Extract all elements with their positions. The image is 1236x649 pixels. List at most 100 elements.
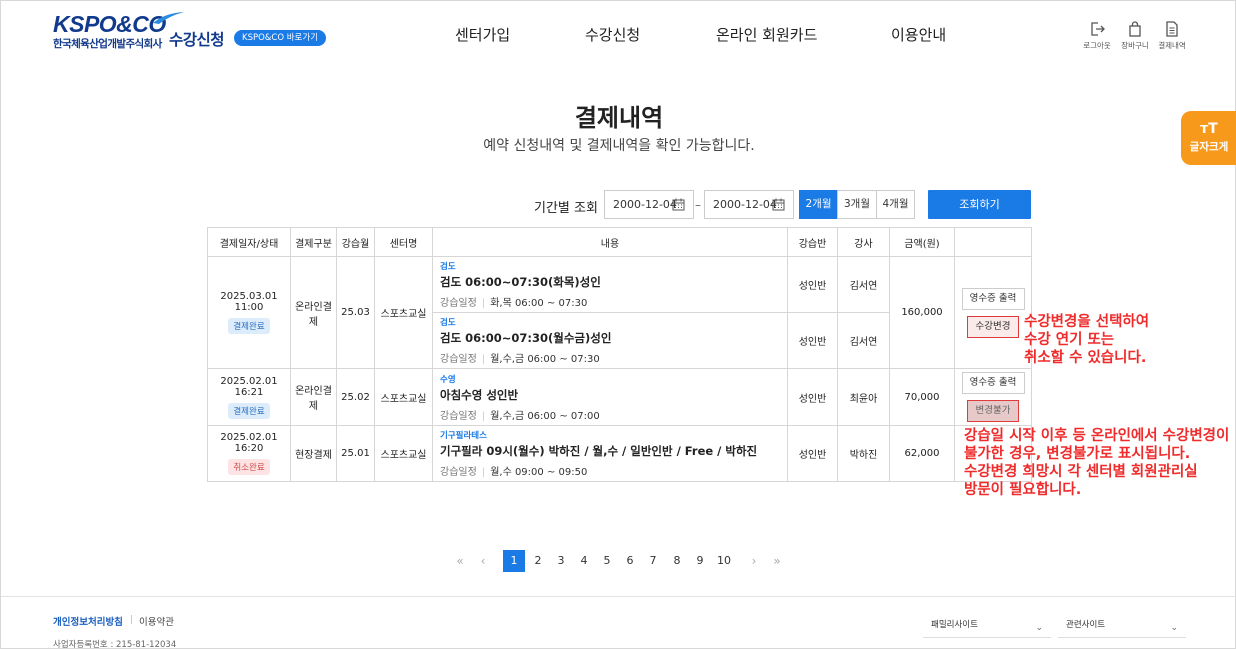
period-filter-label: 기간별 조회: [534, 201, 598, 216]
order-center: 스포츠교실: [374, 425, 433, 482]
course-schedule: 강습일정 | 화,목 06:00 ~ 07:30: [440, 298, 588, 309]
schedule-key: 강습일정: [440, 298, 477, 309]
search-button[interactable]: 조회하기: [928, 190, 1031, 219]
family-site-label: 패밀리사이트: [931, 620, 978, 630]
logo-company-name: 한국체육산업개발주식회사: [53, 38, 162, 50]
course-name: 아침수영 성인반: [440, 387, 519, 402]
order-month: 25.02: [336, 368, 375, 426]
annotation-line: 수강 연기 또는: [1024, 332, 1115, 348]
order-pay-type: 현장결제: [290, 425, 337, 482]
course-category: 검도: [440, 262, 456, 272]
kspo-shortcut-button[interactable]: KSPO&CO 바로가기: [234, 30, 327, 46]
order-date: 2025.02.01 16:21: [220, 375, 278, 398]
schedule-value: 월,수,금 06:00 ~ 07:30: [490, 354, 600, 365]
document-icon: [1166, 21, 1178, 37]
next-page-button[interactable]: ›: [743, 550, 765, 572]
col-class: 강습반: [787, 227, 838, 257]
col-instructor: 강사: [837, 227, 890, 257]
page-button-10[interactable]: 10: [712, 550, 736, 572]
site-title[interactable]: 수강신청: [169, 28, 225, 50]
table-row: 2025.02.01 16:20 취소완료 현장결제 25.01 스포츠교실 기…: [207, 425, 1032, 482]
page-button-7[interactable]: 7: [642, 550, 664, 572]
annotation-line: 수강변경 희망시 각 센터별 회원관리실: [964, 464, 1198, 480]
logout-button[interactable]: 로그아웃: [1077, 21, 1117, 51]
page-button-1[interactable]: 1: [503, 550, 525, 572]
order-pay-type: 온라인결제: [290, 368, 337, 426]
course-class: 성인반: [787, 368, 838, 426]
course-content: 수영 아침수영 성인반 강습일정 | 월,수,금 06:00 ~ 07:00: [432, 368, 788, 426]
table-header-row: 결제일자/상태 결제구분 강습월 센터명 내용 강습반 강사 금액(원): [207, 227, 1032, 257]
change-unavailable-button: 변경불가: [967, 400, 1019, 422]
end-date-field[interactable]: 2000-12-04: [704, 190, 794, 219]
start-date-value: 2000-12-04: [613, 198, 677, 211]
annotation-change-note: 수강변경을 선택하여 수강 연기 또는 취소할 수 있습니다.: [1024, 313, 1149, 367]
payment-history-table: 결제일자/상태 결제구분 강습월 센터명 내용 강습반 강사 금액(원) 202…: [207, 227, 1032, 482]
order-date-status: 2025.02.01 16:21 결제완료: [207, 368, 291, 426]
logout-label: 로그아웃: [1083, 41, 1111, 50]
receipt-print-button[interactable]: 영수증 출력: [961, 372, 1025, 394]
payment-history-button[interactable]: 결제내역: [1152, 21, 1192, 51]
schedule-value: 월,수,금 06:00 ~ 07:00: [490, 410, 600, 422]
last-page-button[interactable]: »: [766, 550, 788, 572]
period-4-months-button[interactable]: 4개월: [876, 190, 915, 219]
receipt-print-button[interactable]: 영수증 출력: [961, 287, 1025, 310]
nav-center-join[interactable]: 센터가입: [455, 24, 510, 45]
course-change-button[interactable]: 수강변경: [967, 315, 1019, 338]
page-button-2[interactable]: 2: [527, 550, 549, 572]
status-badge: 결제완료: [228, 318, 270, 334]
page-button-3[interactable]: 3: [550, 550, 572, 572]
privacy-policy-link[interactable]: 개인정보처리방침: [53, 614, 123, 628]
order-actions: 영수증 출력 수강변경: [954, 256, 1032, 369]
table-row: 2025.02.01 16:21 결제완료 온라인결제 25.02 스포츠교실 …: [207, 368, 1032, 426]
page-button-6[interactable]: 6: [619, 550, 641, 572]
col-amount: 금액(원): [889, 227, 955, 257]
start-date-field[interactable]: 2000-12-04: [604, 190, 694, 219]
nav-course-registration[interactable]: 수강신청: [585, 24, 640, 45]
schedule-value: 월,수 09:00 ~ 09:50: [490, 467, 588, 478]
order-date: 2025.02.01 16:20: [220, 432, 278, 454]
period-2-months-button[interactable]: 2개월: [799, 190, 838, 219]
page-title: 결제내역: [574, 104, 664, 132]
course-content: 기구필라테스 기구필라 09시(월수) 박하진 / 월,수 / 일반인반 / F…: [432, 425, 788, 482]
page-description: 예약 신청내역 및 결제내역을 확인 가능합니다.: [483, 138, 755, 154]
col-month: 강습월: [336, 227, 375, 257]
order-month: 25.03: [336, 256, 375, 369]
period-3-months-button[interactable]: 3개월: [837, 190, 877, 219]
page-button-4[interactable]: 4: [573, 550, 595, 572]
calendar-icon: [772, 198, 785, 211]
course-schedule: 강습일정 | 월,수,금 06:00 ~ 07:30: [440, 354, 600, 365]
cart-icon: [1129, 21, 1141, 37]
first-page-button[interactable]: «: [449, 550, 471, 572]
annotation-line: 강습일 시작 이후 등 온라인에서 수강변경이: [964, 428, 1230, 444]
page-button-5[interactable]: 5: [596, 550, 618, 572]
status-badge: 취소완료: [228, 459, 270, 475]
prev-page-button[interactable]: ‹: [472, 550, 494, 572]
status-badge: 결제완료: [228, 402, 270, 419]
related-site-select[interactable]: 관련사이트 ⌄: [1058, 614, 1186, 638]
terms-link[interactable]: 이용약관: [139, 614, 174, 628]
logo[interactable]: KSPO&CO: [53, 11, 166, 38]
course-instructor: 박하진: [837, 425, 890, 482]
course-name: 검도 06:00~07:30(화목)성인: [440, 275, 601, 289]
order-date-status: 2025.03.01 11:00 결제완료: [207, 256, 291, 369]
page-button-8[interactable]: 8: [666, 550, 688, 572]
nav-usage-guide[interactable]: 이용안내: [891, 24, 946, 45]
order-amount: 62,000: [889, 425, 955, 482]
col-actions: [954, 227, 1032, 257]
annotation-line: 수강변경을 선택하여: [1024, 314, 1150, 330]
table-row: 2025.03.01 11:00 결제완료 온라인결제 25.03 스포츠교실 …: [207, 256, 1032, 369]
course-schedule: 강습일정 | 월,수,금 06:00 ~ 07:00: [440, 410, 600, 422]
nav-online-member-card[interactable]: 온라인 회원카드: [716, 24, 817, 45]
date-range-dash: –: [695, 198, 701, 212]
cart-label: 장바구니: [1121, 41, 1149, 50]
course-category: 기구필라테스: [440, 431, 487, 441]
cart-button[interactable]: 장바구니: [1115, 21, 1155, 51]
page-button-9[interactable]: 9: [689, 550, 711, 572]
schedule-key: 강습일정: [440, 467, 477, 478]
logo-swoosh-icon: [153, 12, 184, 24]
course-name: 검도 06:00~07:30(월수금)성인: [440, 331, 612, 345]
order-month: 25.01: [336, 425, 375, 482]
family-site-select[interactable]: 패밀리사이트 ⌄: [923, 614, 1051, 638]
annotation-line: 방문이 필요합니다.: [964, 482, 1082, 498]
course-class: 성인반: [787, 256, 838, 313]
